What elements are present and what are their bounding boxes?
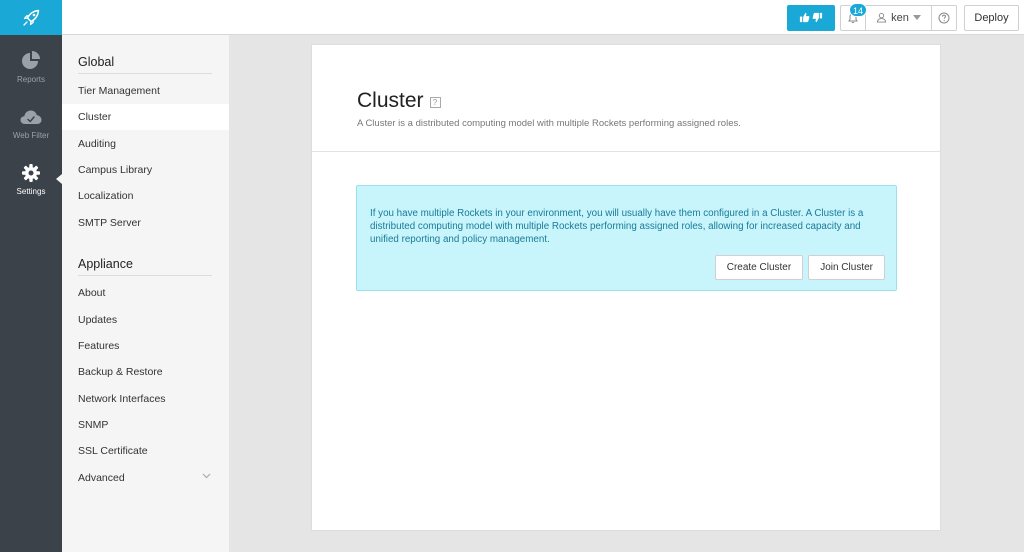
subnav-item-ssl-certificate[interactable]: SSL Certificate bbox=[62, 438, 229, 464]
settings-subnav: Global Tier Management Cluster Auditing … bbox=[62, 35, 229, 552]
subnav-item-smtp-server[interactable]: SMTP Server bbox=[62, 210, 229, 236]
subnav-item-tier-management[interactable]: Tier Management bbox=[62, 78, 229, 104]
create-cluster-button[interactable]: Create Cluster bbox=[714, 255, 804, 280]
info-text: If you have multiple Rockets in your env… bbox=[370, 208, 864, 245]
rail-item-label: Web Filter bbox=[12, 131, 50, 140]
divider bbox=[312, 151, 940, 152]
rocket-icon bbox=[23, 9, 40, 26]
rail-item-web-filter[interactable]: Web Filter bbox=[0, 96, 62, 150]
page-subtitle: A Cluster is a distributed computing mod… bbox=[357, 118, 741, 129]
cloud-icon bbox=[20, 110, 42, 124]
page-title-text: Cluster bbox=[357, 89, 424, 112]
help-button[interactable] bbox=[932, 6, 956, 30]
notification-count-badge: 14 bbox=[849, 2, 868, 17]
subnav-item-features[interactable]: Features bbox=[62, 333, 229, 359]
subnav-item-label: Advanced bbox=[78, 472, 125, 484]
user-name: ken bbox=[891, 11, 909, 24]
user-toolbar: 14 ken bbox=[840, 2, 957, 31]
help-marker-icon[interactable]: ? bbox=[429, 97, 441, 108]
subnav-item-localization[interactable]: Localization bbox=[62, 183, 229, 209]
rail-item-reports[interactable]: Reports bbox=[0, 40, 62, 94]
subnav-item-cluster[interactable]: Cluster bbox=[62, 104, 229, 130]
subnav-item-advanced[interactable]: Advanced bbox=[62, 465, 229, 491]
logo[interactable] bbox=[0, 0, 62, 35]
subnav-item-updates[interactable]: Updates bbox=[62, 307, 229, 333]
subnav-item-auditing[interactable]: Auditing bbox=[62, 131, 229, 157]
thumbs-up-icon bbox=[799, 12, 810, 23]
user-icon bbox=[876, 13, 887, 23]
cluster-info-panel: If you have multiple Rockets in your env… bbox=[356, 185, 897, 291]
caret-down-icon bbox=[912, 15, 921, 20]
feedback-button[interactable] bbox=[787, 4, 835, 31]
rail-item-settings[interactable]: Settings bbox=[0, 152, 62, 206]
rail-item-label: Reports bbox=[16, 75, 45, 84]
notifications-button[interactable]: 14 bbox=[841, 2, 868, 30]
subnav-item-backup-restore[interactable]: Backup & Restore bbox=[62, 359, 229, 385]
thumbs-down-icon bbox=[812, 12, 823, 23]
page-title: Cluster ? bbox=[357, 89, 441, 113]
pie-chart-icon bbox=[22, 51, 40, 69]
icon-rail: Reports Web Filter Settings bbox=[0, 35, 62, 552]
deploy-button[interactable]: Deploy bbox=[964, 4, 1019, 31]
rail-item-label: Settings bbox=[16, 187, 46, 196]
join-cluster-button[interactable]: Join Cluster bbox=[808, 255, 885, 280]
content-card: Cluster ? A Cluster is a distributed com… bbox=[311, 44, 941, 531]
subnav-item-campus-library[interactable]: Campus Library bbox=[62, 157, 229, 183]
top-bar: 14 ken Deploy bbox=[0, 0, 1024, 35]
user-menu[interactable]: ken bbox=[866, 5, 932, 30]
section-heading-appliance: Appliance bbox=[78, 257, 212, 276]
gear-icon bbox=[22, 164, 40, 182]
section-heading-global: Global bbox=[78, 55, 212, 74]
question-icon bbox=[938, 12, 950, 23]
subnav-item-network-interfaces[interactable]: Network Interfaces bbox=[62, 386, 229, 412]
subnav-item-snmp[interactable]: SNMP bbox=[62, 412, 229, 438]
chevron-down-icon bbox=[202, 473, 211, 479]
info-actions: Create Cluster Join Cluster bbox=[714, 255, 885, 280]
subnav-item-about[interactable]: About bbox=[62, 280, 229, 306]
